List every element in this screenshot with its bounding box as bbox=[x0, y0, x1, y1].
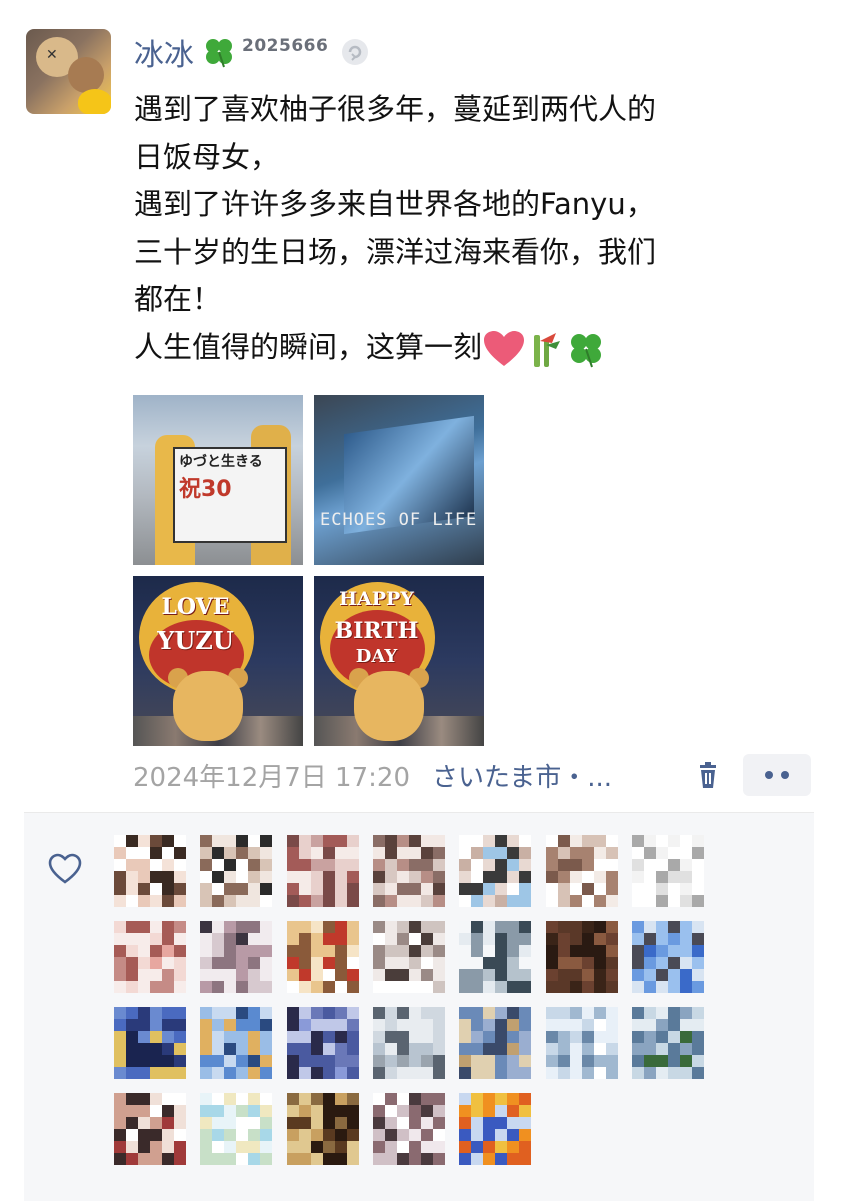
post-meta: 2024年12月7日 17:20 さいたま市・... bbox=[133, 752, 813, 798]
more-icon bbox=[765, 771, 773, 779]
post-photo[interactable]: ECHOES OF LIFE bbox=[314, 395, 484, 565]
timestamp: 2024年12月7日 17:20 bbox=[133, 762, 410, 793]
liker-avatar[interactable] bbox=[545, 921, 618, 993]
liker-avatar[interactable] bbox=[545, 1007, 618, 1079]
liker-avatar[interactable] bbox=[459, 1093, 532, 1165]
post-text-last-line: 人生值得的瞬间，这算一刻 bbox=[134, 324, 824, 372]
liker-avatar[interactable] bbox=[286, 921, 359, 993]
location-link[interactable]: さいたま市・... bbox=[432, 757, 612, 794]
post-text-line: 遇到了喜欢柚子很多年，蔓延到两代人的 bbox=[134, 92, 657, 126]
four-leaf-clover-icon bbox=[206, 39, 232, 68]
post-text-line: 三十岁的生日场，漂洋过海来看你，我们 bbox=[134, 234, 657, 269]
likes-panel bbox=[24, 812, 814, 1201]
board-text: DAY bbox=[355, 646, 398, 667]
bamboo-emoji-icon bbox=[534, 332, 561, 367]
liker-avatar[interactable] bbox=[631, 921, 704, 993]
post-photo[interactable]: HAPPY BIRTH DAY bbox=[314, 576, 484, 746]
liker-avatar[interactable] bbox=[200, 1093, 273, 1165]
liker-avatar[interactable] bbox=[286, 1007, 359, 1079]
verify-icon bbox=[342, 39, 369, 65]
liker-avatar[interactable] bbox=[200, 835, 273, 907]
liker-avatar[interactable] bbox=[372, 921, 445, 993]
board-text: LOVE bbox=[161, 594, 230, 620]
photo-caption: ECHOES OF LIFE bbox=[320, 510, 478, 530]
more-button[interactable] bbox=[743, 754, 811, 796]
heart-emoji-icon bbox=[484, 330, 525, 366]
badge-number: 2025666 bbox=[242, 36, 329, 56]
post-text-line: 人生值得的瞬间，这算一刻 bbox=[134, 329, 483, 364]
post-text-line: 都在！ bbox=[134, 282, 222, 316]
liker-avatar[interactable] bbox=[372, 1007, 445, 1079]
photo-sign: ゆづと生きる 祝30 bbox=[173, 447, 287, 543]
trash-icon[interactable] bbox=[693, 760, 723, 790]
post-photo[interactable]: LOVE YUZU bbox=[133, 576, 303, 746]
liker-avatar[interactable] bbox=[372, 1093, 445, 1165]
board-text: BIRTH bbox=[334, 618, 419, 644]
post-photo[interactable]: ゆづと生きる 祝30 bbox=[133, 395, 303, 565]
more-icon bbox=[781, 771, 789, 779]
post-header: 冰冰 2025666 bbox=[134, 30, 369, 74]
nickname[interactable]: 冰冰 bbox=[134, 30, 194, 74]
four-leaf-clover-icon bbox=[571, 333, 602, 367]
liker-avatar[interactable] bbox=[286, 1093, 359, 1165]
liker-avatar[interactable] bbox=[372, 835, 445, 907]
user-avatar[interactable]: ✕ bbox=[26, 29, 111, 114]
liker-avatar[interactable] bbox=[459, 921, 532, 993]
liker-avatar[interactable] bbox=[200, 921, 273, 993]
liker-avatar[interactable] bbox=[459, 1007, 532, 1079]
liker-avatar[interactable] bbox=[114, 1007, 186, 1079]
liker-avatar[interactable] bbox=[631, 1007, 704, 1079]
liker-avatar[interactable] bbox=[545, 835, 618, 907]
post-text: 遇到了喜欢柚子很多年，蔓延到两代人的 日饭母女， 遇到了许许多多来自世界各地的F… bbox=[134, 86, 824, 371]
board-text: HAPPY bbox=[339, 588, 414, 610]
liker-avatar[interactable] bbox=[114, 835, 186, 907]
post-text-line: 遇到了许许多多来自世界各地的Fanyu， bbox=[134, 187, 655, 221]
board-text: YUZU bbox=[157, 626, 234, 655]
liker-avatar[interactable] bbox=[459, 835, 532, 907]
liker-avatar[interactable] bbox=[114, 1093, 186, 1165]
post-text-line: 日饭母女， bbox=[134, 139, 280, 174]
liker-avatar[interactable] bbox=[631, 835, 704, 907]
liker-avatar[interactable] bbox=[200, 1007, 273, 1079]
heart-outline-icon bbox=[48, 853, 82, 884]
liker-avatar[interactable] bbox=[286, 835, 359, 907]
liker-avatar[interactable] bbox=[114, 921, 186, 993]
